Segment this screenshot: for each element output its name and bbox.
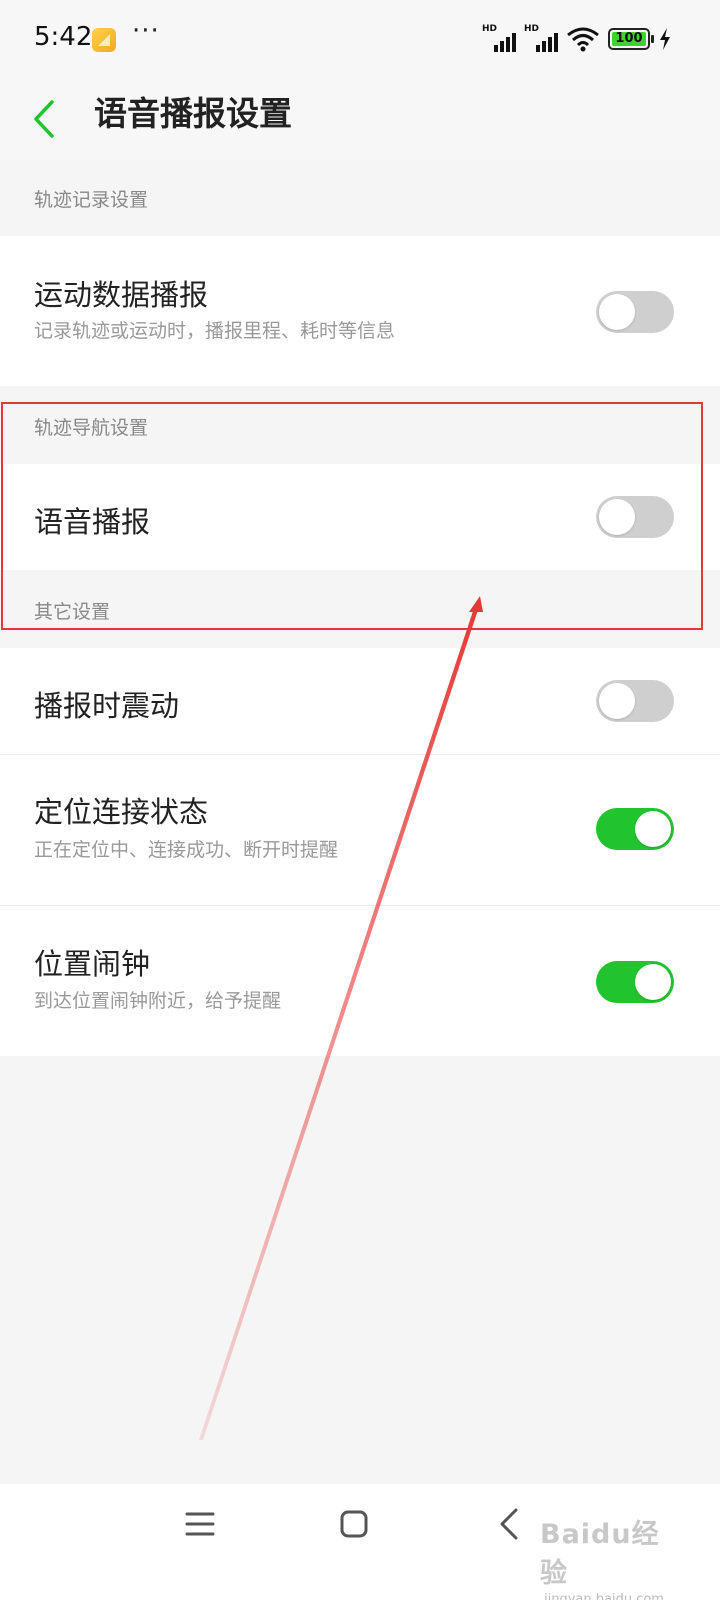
toggle-knob <box>635 811 671 847</box>
signal-icon: HD <box>524 24 558 52</box>
watermark-logo: Baidu经验 <box>540 1519 660 1589</box>
toggle-switch[interactable] <box>596 961 674 1003</box>
setting-row-vibrate-on-broadcast[interactable]: 播报时震动 <box>0 648 720 754</box>
toggle-knob <box>599 683 635 719</box>
wifi-icon <box>567 27 599 52</box>
charging-icon <box>660 28 670 50</box>
toggle-knob <box>599 294 635 330</box>
toggle-knob <box>635 964 671 1000</box>
setting-title: 语音播报 <box>34 505 151 539</box>
setting-title: 位置闹钟 <box>34 947 151 981</box>
toggle-switch[interactable] <box>596 680 674 722</box>
toggle-switch[interactable] <box>596 496 674 538</box>
section-header-track-record: 轨迹记录设置 <box>0 160 720 236</box>
section-header-other: 其它设置 <box>0 570 720 648</box>
setting-row-sport-data-broadcast[interactable]: 运动数据播报 记录轨迹或运动时，播报里程、耗时等信息 <box>0 236 720 386</box>
setting-title: 运动数据播报 <box>34 278 209 312</box>
status-icons: HD HD 100 <box>482 24 672 54</box>
more-notifications-icon: ··· <box>132 16 160 46</box>
battery-level: 100 <box>612 32 646 46</box>
status-time: 5:42 <box>34 22 93 52</box>
setting-row-location-alarm[interactable]: 位置闹钟 到达位置闹钟附近，给予提醒 <box>0 906 720 1056</box>
chevron-left-icon <box>34 100 54 138</box>
app-header: 语音播报设置 <box>0 78 720 160</box>
page-title: 语音播报设置 <box>94 94 292 133</box>
menu-icon[interactable] <box>182 1506 218 1542</box>
baidu-watermark: Baidu经验 jingyan.baidu.com <box>540 1512 680 1600</box>
back-icon[interactable] <box>492 1504 528 1544</box>
setting-title: 定位连接状态 <box>34 795 209 829</box>
setting-description: 记录轨迹或运动时，播报里程、耗时等信息 <box>34 320 396 342</box>
back-button[interactable] <box>28 94 68 144</box>
section-header-track-navigation: 轨迹导航设置 <box>0 386 720 464</box>
notification-app-icon <box>92 28 116 52</box>
toggle-switch[interactable] <box>596 291 674 333</box>
home-icon[interactable] <box>336 1506 372 1542</box>
setting-description: 正在定位中、连接成功、断开时提醒 <box>34 839 339 861</box>
battery-icon: 100 <box>608 28 654 50</box>
setting-title: 播报时震动 <box>34 689 180 723</box>
toggle-switch[interactable] <box>596 808 674 850</box>
signal-icon: HD <box>482 24 516 52</box>
setting-row-voice-broadcast[interactable]: 语音播报 <box>0 464 720 570</box>
system-nav-bar: Baidu经验 jingyan.baidu.com <box>0 1484 720 1600</box>
setting-description: 到达位置闹钟附近，给予提醒 <box>34 990 282 1012</box>
watermark-site: jingyan.baidu.com <box>544 1592 664 1600</box>
status-bar: 5:42 ··· HD HD 100 <box>0 0 720 78</box>
toggle-knob <box>599 499 635 535</box>
setting-row-location-connection[interactable]: 定位连接状态 正在定位中、连接成功、断开时提醒 <box>0 755 720 905</box>
